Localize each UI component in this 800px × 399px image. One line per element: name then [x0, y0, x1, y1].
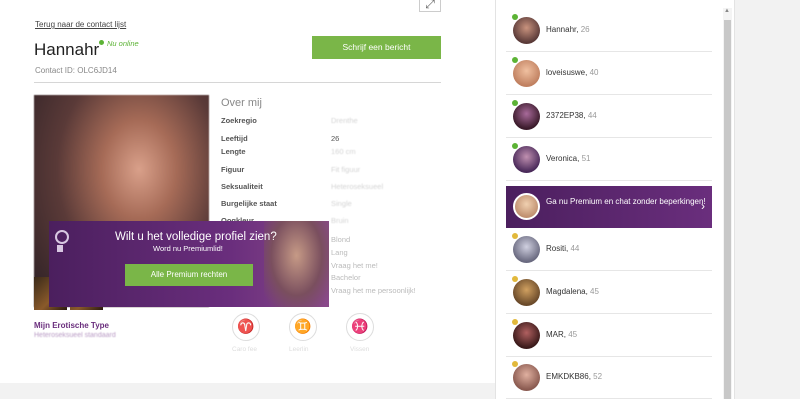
about-value: Bruin [331, 216, 349, 225]
about-label: Figuur [221, 165, 245, 174]
contact-name: Veronica, 51 [546, 154, 591, 163]
online-dot-icon [512, 143, 518, 149]
online-dot-icon [512, 100, 518, 106]
contact-name: Rositi, 44 [546, 244, 580, 253]
zodiac-sign-icon: ♈ [232, 313, 260, 341]
zodiac-label: Vissen [350, 346, 370, 353]
online-status: Nu online [99, 39, 139, 48]
back-to-contacts-link[interactable]: Terug naar de contact lijst [35, 20, 126, 29]
zodiac-label: Leerlin [289, 346, 309, 353]
scrollbar-thumb[interactable] [724, 20, 731, 399]
contact-item[interactable]: Hannahr, 26 [506, 10, 712, 52]
contact-id: Contact ID: OLC6JD14 [35, 66, 117, 75]
profile-name: Hannahr [34, 40, 100, 59]
about-value: Vraag het me! [331, 261, 378, 270]
about-label: Lengte [221, 147, 246, 156]
about-title: Over mij [221, 97, 262, 109]
chevron-right-icon: › [701, 199, 705, 213]
contact-name: Hannahr, 26 [546, 25, 590, 34]
about-value: Fit figuur [331, 165, 361, 174]
about-value: Heteroseksueel [331, 182, 384, 191]
away-dot-icon [512, 319, 518, 325]
promo-text: Ga nu Premium en chat zonder beperkingen… [546, 197, 706, 206]
write-message-button[interactable]: Schrijf een bericht [312, 36, 441, 59]
contact-item[interactable]: Rositi, 44 [506, 229, 712, 271]
about-value: Blond [331, 235, 351, 244]
contact-item[interactable]: 2372EP38, 44 [506, 96, 712, 138]
premium-chat-promo[interactable]: Ga nu Premium en chat zonder beperkingen… [506, 186, 712, 228]
about-value: Drenthe [331, 116, 358, 125]
avatar [513, 364, 540, 391]
expand-button[interactable]: ⤢ [419, 0, 441, 12]
overlay-title: Wilt u het volledige profiel zien? [115, 231, 277, 243]
avatar [513, 146, 540, 173]
about-value: Bachelor [331, 273, 361, 282]
about-label: Burgelijke staat [221, 199, 277, 208]
contact-item[interactable]: loveisuswe, 40 [506, 53, 712, 95]
about-value: Lang [331, 248, 348, 257]
contact-name: loveisuswe, 40 [546, 68, 599, 77]
online-status-label: Nu online [107, 39, 139, 48]
erotic-type-title: Mijn Erotische Type [34, 321, 109, 330]
avatar [513, 236, 540, 263]
away-dot-icon [512, 361, 518, 367]
about-value: 26 [331, 134, 340, 143]
avatar [513, 322, 540, 349]
header-divider [34, 82, 441, 83]
away-dot-icon [512, 276, 518, 282]
about-label: Zoekregio [221, 116, 257, 125]
footer-strip [0, 383, 495, 399]
online-dot-icon [99, 40, 104, 45]
about-value: 160 cm [331, 147, 356, 156]
contact-name: EMKDKB86, 52 [546, 372, 603, 381]
contact-item[interactable]: Magdalena, 45 [506, 272, 712, 314]
premium-badge-icon [55, 230, 69, 244]
premium-overlay: Wilt u het volledige profiel zien? Word … [49, 221, 329, 307]
profile-panel: ⤢ Terug naar de contact lijst Hannahr Nu… [0, 0, 495, 399]
promo-avatar [513, 193, 540, 220]
zodiac-label: Caro fee [232, 346, 257, 353]
avatar [513, 60, 540, 87]
scroll-up-icon[interactable]: ▲ [724, 8, 730, 14]
erotic-type-value: Heteroseksueel standaard [34, 332, 116, 339]
contact-name: 2372EP38, 44 [546, 111, 597, 120]
contact-name: Magdalena, 45 [546, 287, 599, 296]
contact-item[interactable]: MAR, 45 [506, 315, 712, 357]
overlay-subtitle: Word nu Premiumlid! [153, 244, 223, 253]
contact-item[interactable]: EMKDKB86, 52 [506, 357, 712, 399]
about-value: Vraag het me persoonlijk! [331, 286, 416, 295]
away-dot-icon [512, 233, 518, 239]
contact-item[interactable]: Veronica, 51 [506, 139, 712, 181]
online-dot-icon [512, 14, 518, 20]
about-label: Seksualiteit [221, 182, 263, 191]
zodiac-sign-icon: ♊ [289, 313, 317, 341]
avatar [513, 103, 540, 130]
contact-name: MAR, 45 [546, 330, 578, 339]
avatar [513, 17, 540, 44]
online-dot-icon [512, 57, 518, 63]
about-value: Single [331, 199, 352, 208]
premium-rights-button[interactable]: Alle Premium rechten [125, 264, 253, 286]
badge-ribbon-icon [57, 245, 63, 252]
avatar [513, 279, 540, 306]
zodiac-sign-icon: ♓ [346, 313, 374, 341]
about-label: Leeftijd [221, 134, 248, 143]
